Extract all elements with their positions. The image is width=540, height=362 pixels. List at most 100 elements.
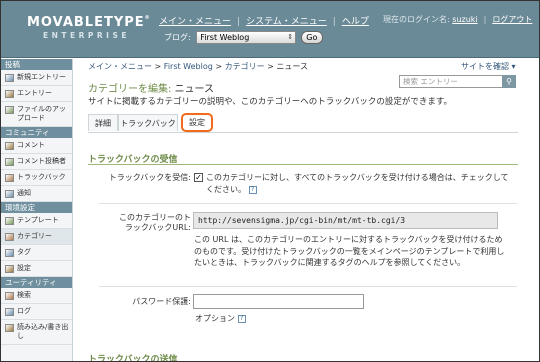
app-window: MOVABLETYPE® ENTERPRISE メイン・メニュー | システム・メニ… bbox=[1, 1, 539, 361]
import-export-icon bbox=[5, 324, 14, 332]
nav-help[interactable]: ヘルプ bbox=[342, 17, 369, 27]
sidebar-item-label: 設定 bbox=[17, 264, 31, 272]
tab-settings[interactable]: 設定 bbox=[181, 113, 213, 132]
sidebar-item-label: コメント投稿者 bbox=[17, 157, 66, 165]
page-title: カテゴリーを編集: ニュース bbox=[88, 80, 214, 95]
sidebar-item-label: 検索 bbox=[17, 291, 31, 299]
user-info: 現在のログイン名: suzuki | ログアウト bbox=[383, 14, 532, 25]
new-entry-icon bbox=[5, 74, 14, 82]
nav-separator: | bbox=[332, 17, 336, 27]
breadcrumb: メイン・メニュー > First Weblog > カテゴリー > ニュース bbox=[88, 61, 308, 72]
sidebar-section-title: 投稿 bbox=[1, 59, 72, 70]
blog-selector-bar: ブログ: First Weblog ⇕ Go bbox=[164, 31, 323, 44]
sidebar-item-label: 読み込み/書き出し bbox=[17, 323, 69, 340]
sidebar-item[interactable]: コメント bbox=[1, 138, 72, 154]
trackback-icon bbox=[5, 174, 14, 182]
select-arrows-icon: ⇕ bbox=[287, 33, 294, 41]
breadcrumb-separator: > bbox=[267, 62, 274, 71]
sidebar-item[interactable]: 検索 bbox=[1, 288, 72, 304]
breadcrumb-category[interactable]: カテゴリー bbox=[225, 62, 265, 71]
password-input[interactable] bbox=[193, 294, 364, 309]
sidebar-item[interactable]: 通知 bbox=[1, 186, 72, 202]
sidebar-item[interactable]: コメント投稿者 bbox=[1, 154, 72, 170]
top-nav: メイン・メニュー | システム・メニュー | ヘルプ bbox=[159, 14, 369, 27]
help-icon[interactable]: ? bbox=[248, 185, 257, 194]
sidebar-item[interactable]: 読み込み/書き出し bbox=[1, 320, 72, 345]
nav-main-menu[interactable]: メイン・メニュー bbox=[159, 17, 231, 27]
settings-icon bbox=[5, 265, 14, 273]
nav-system-menu[interactable]: システム・メニュー bbox=[246, 17, 327, 27]
breadcrumb-current: ニュース bbox=[276, 62, 309, 71]
sidebar-item[interactable]: タグ bbox=[1, 245, 72, 261]
section-divider bbox=[88, 164, 518, 165]
sidebar-item-label: 通知 bbox=[17, 189, 31, 197]
trackback-url-hint: この URL は、このカテゴリーのエントリーに対するトラックバックを受け付けるた… bbox=[194, 235, 505, 267]
logout-link[interactable]: ログアウト bbox=[492, 15, 532, 24]
sidebar-item[interactable]: ログ bbox=[1, 304, 72, 320]
section-title-send: トラックバックの送信 bbox=[88, 355, 178, 361]
header: MOVABLETYPE® ENTERPRISE メイン・メニュー | システム・メニ… bbox=[1, 1, 539, 58]
trackback-url-field[interactable]: http://sevensigma.jp/cgi-bin/mt/mt-tb.cg… bbox=[193, 212, 498, 229]
breadcrumb-blog[interactable]: First Weblog bbox=[164, 62, 213, 71]
breadcrumb-main-menu[interactable]: メイン・メニュー bbox=[88, 62, 152, 71]
blog-label: ブログ: bbox=[164, 33, 191, 42]
accept-trackback-checkbox[interactable]: ✓ bbox=[194, 173, 203, 182]
search-icon[interactable]: ⚲ bbox=[502, 75, 516, 88]
page-description: サイトに掲載するカテゴリーの説明や、このカテゴリーへのトラックバックの設定ができ… bbox=[88, 97, 452, 107]
row-divider bbox=[99, 203, 517, 204]
sidebar-item[interactable]: ファイルのアップロード bbox=[1, 102, 72, 127]
logo-text: MOVABLETYPE bbox=[27, 15, 145, 30]
comment-icon bbox=[5, 142, 14, 150]
sidebar-item[interactable]: 設定 bbox=[1, 261, 72, 277]
notification-icon bbox=[5, 190, 14, 198]
breadcrumb-separator: > bbox=[154, 62, 162, 71]
sidebar-section-title: 環境設定 bbox=[1, 202, 72, 213]
sidebar-section-title: ユーティリティ bbox=[1, 277, 72, 288]
sidebar-item-label: ファイルのアップロード bbox=[17, 105, 66, 122]
sidebar: 投稿 新規エントリー エントリーファイルのアップロードコミュニティコメントコメント投… bbox=[1, 59, 73, 361]
sidebar-item-label: コメント bbox=[17, 141, 45, 149]
blog-select[interactable]: First Weblog ⇕ bbox=[196, 31, 297, 44]
sidebar-item[interactable]: トラックバック bbox=[1, 170, 72, 186]
tab-trackback[interactable]: トラックバック bbox=[118, 114, 178, 131]
logo-subtitle: ENTERPRISE bbox=[43, 31, 131, 40]
sidebar-item-label: タグ bbox=[17, 248, 31, 256]
search-input[interactable]: 検索 エントリー bbox=[399, 75, 516, 88]
user-prefix: 現在のログイン名: bbox=[383, 15, 450, 24]
trackback-url-label-line1: このカテゴリーのト bbox=[119, 213, 191, 222]
tab-details[interactable]: 詳細 bbox=[88, 114, 118, 131]
trackback-url-label: このカテゴリーのト ラックバックURL: bbox=[97, 213, 191, 233]
accept-trackback-label: トラックバックを受信: bbox=[108, 173, 191, 182]
commenter-icon bbox=[5, 158, 14, 166]
password-option: オプション ? bbox=[195, 313, 246, 324]
accept-trackback-text: このカテゴリーに対し、すべてのトラックバックを受け付ける場合は、チェックしてくだ… bbox=[206, 172, 516, 196]
page-title-name: ニュース bbox=[174, 84, 215, 95]
sidebar-item[interactable]: 新規エントリー bbox=[1, 70, 72, 86]
page-title-prefix: カテゴリーを編集: bbox=[88, 84, 172, 95]
sidebar-item[interactable]: カテゴリー bbox=[1, 229, 72, 245]
sidebar-item-label: トラックバック bbox=[17, 173, 66, 181]
nav-separator: | bbox=[237, 17, 241, 27]
trackback-url-label-line2: ラックバックURL: bbox=[124, 223, 191, 232]
log-icon bbox=[5, 308, 14, 316]
tag-icon bbox=[5, 249, 14, 257]
sidebar-item[interactable]: エントリー bbox=[1, 86, 72, 102]
sidebar-item[interactable]: テンプレート bbox=[1, 213, 72, 229]
logo-trademark: ® bbox=[144, 15, 151, 21]
password-label: パスワード保護: bbox=[132, 297, 191, 306]
breadcrumb-separator: > bbox=[215, 62, 223, 71]
entries-icon bbox=[5, 90, 14, 98]
view-site-link[interactable]: サイトを確認 ▾ bbox=[461, 61, 516, 72]
go-button[interactable]: Go bbox=[300, 31, 323, 44]
help-icon[interactable]: ? bbox=[237, 314, 246, 323]
sidebar-section-title: コミュニティ bbox=[1, 127, 72, 138]
upload-icon bbox=[5, 106, 14, 114]
username-link[interactable]: suzuki bbox=[452, 15, 477, 24]
logo: MOVABLETYPE® ENTERPRISE bbox=[27, 15, 150, 40]
option-label: オプション bbox=[195, 314, 235, 323]
search-icon bbox=[5, 292, 14, 300]
category-icon bbox=[5, 233, 14, 241]
row-divider bbox=[99, 286, 517, 287]
template-icon bbox=[5, 217, 14, 225]
sidebar-item-label: ログ bbox=[17, 307, 31, 315]
